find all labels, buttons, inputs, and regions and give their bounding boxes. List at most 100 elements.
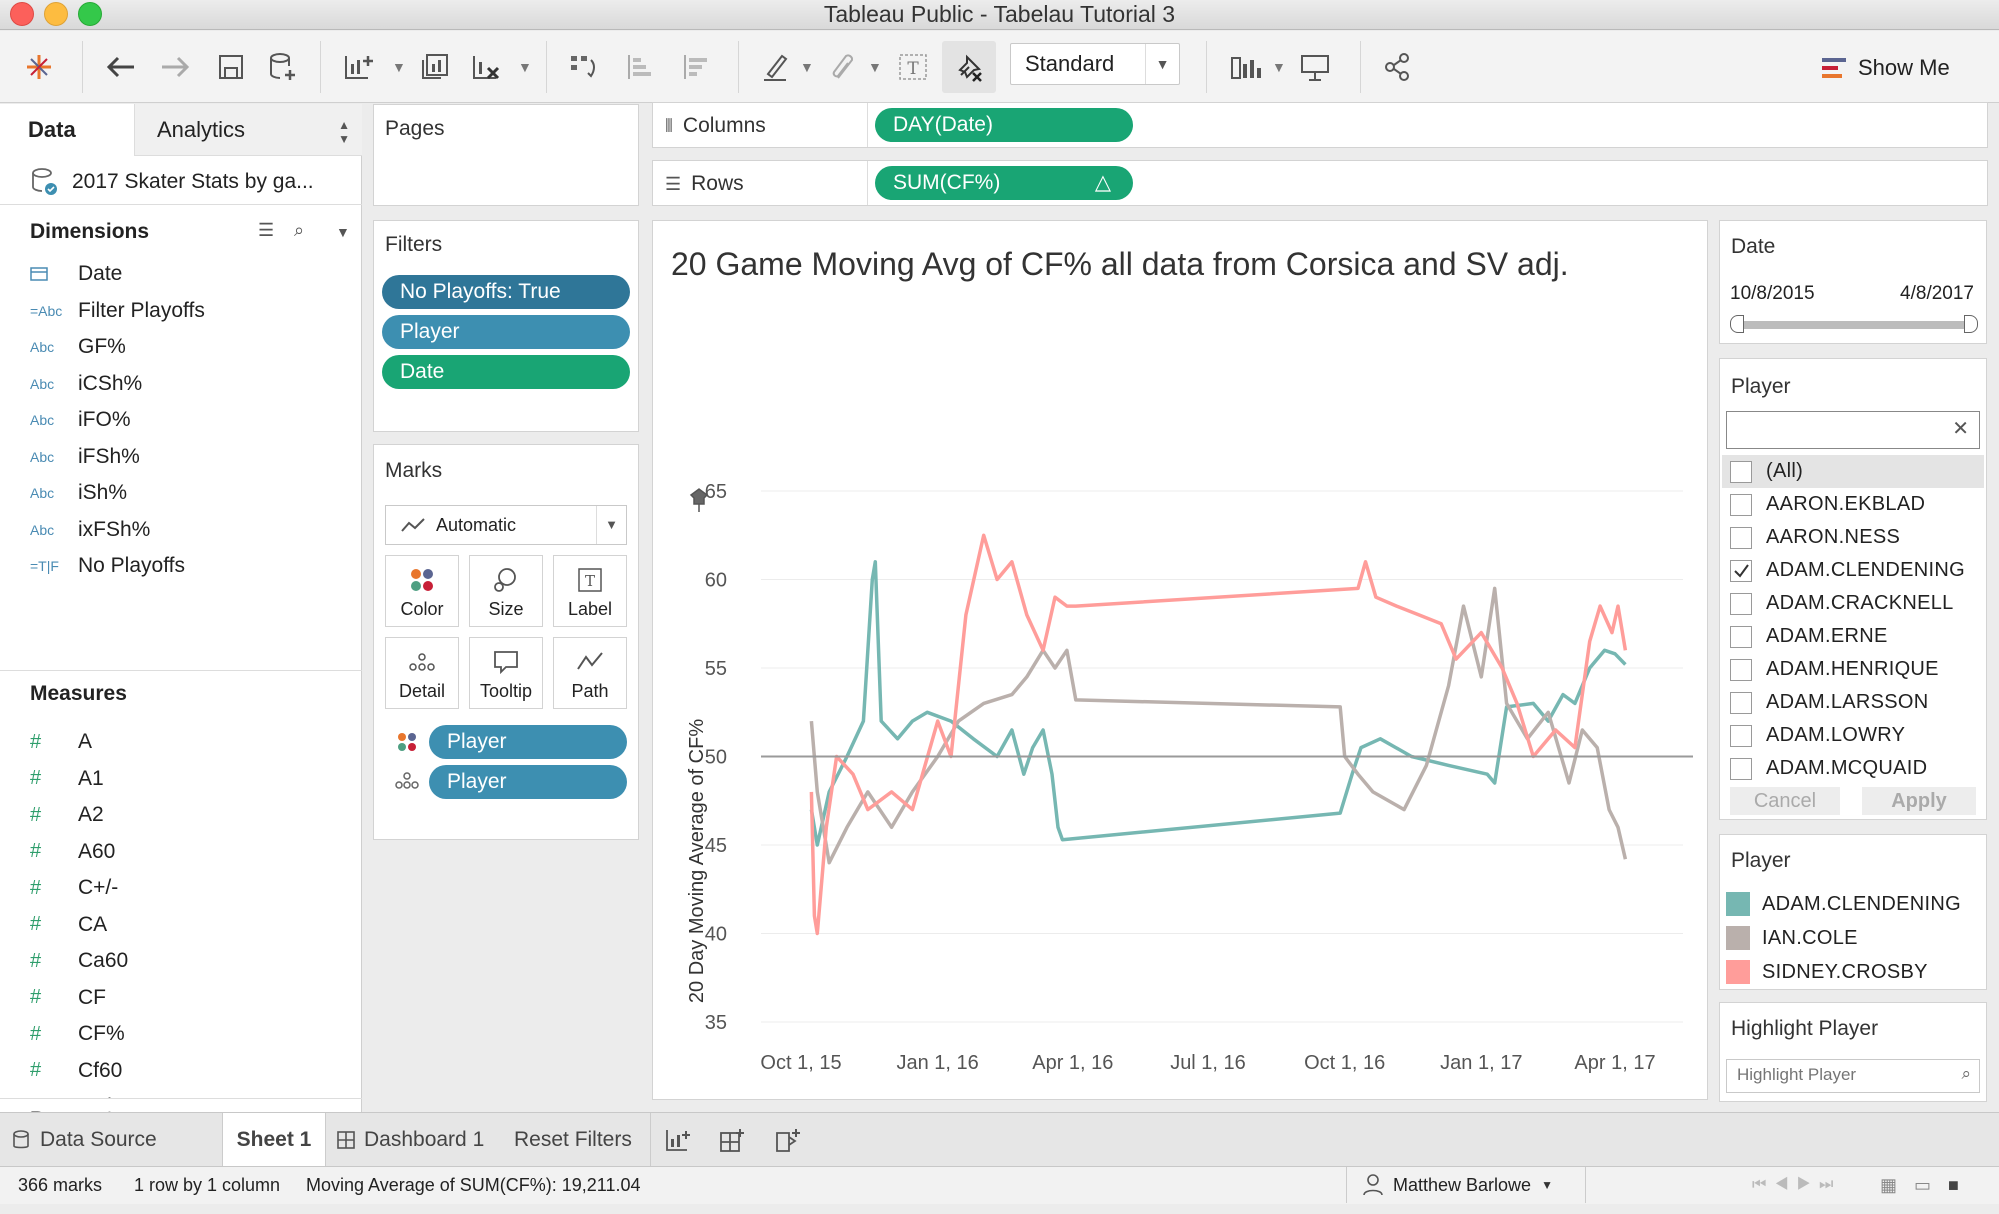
player-filter-item[interactable]: ADAM.MCQUAID	[1730, 752, 1927, 785]
measure-item[interactable]: # A2	[30, 797, 104, 833]
checkbox[interactable]	[1730, 592, 1752, 615]
checkbox[interactable]	[1730, 691, 1752, 714]
rows-shelf[interactable]: ☰ Rows SUM(CF%) △	[652, 160, 1988, 206]
new-story-tab-icon[interactable]	[774, 1127, 802, 1160]
player-filter-item[interactable]: (All)	[1722, 455, 1984, 488]
presentation-mode-icon[interactable]	[1290, 45, 1340, 89]
columns-shelf[interactable]: ⦀ Columns DAY(Date)	[652, 102, 1988, 148]
filmstrip-view-icon[interactable]: ▭	[1914, 1167, 1931, 1203]
checkbox[interactable]	[1730, 493, 1752, 516]
chevron-down-icon[interactable]: ▼	[1145, 44, 1179, 84]
chevron-down-icon[interactable]: ▼	[1272, 59, 1286, 75]
sort-descending-icon[interactable]	[670, 45, 720, 89]
duplicate-sheet-icon[interactable]	[410, 45, 460, 89]
measure-item[interactable]: # Ca60	[30, 943, 128, 979]
legend-item[interactable]: SIDNEY.CROSBY	[1726, 955, 1928, 989]
marks-size-button[interactable]: Size	[469, 555, 543, 627]
marks-detail-button[interactable]: Detail	[385, 637, 459, 709]
filters-card[interactable]: Filters No Playoffs: True Player Date	[373, 220, 639, 432]
rows-pill-sum-cf[interactable]: SUM(CF%) △	[875, 166, 1133, 200]
slider-end-handle[interactable]	[1964, 315, 1978, 333]
chart-view[interactable]: 65 60 55 50 45 40 35 Oct 1, 15 Jan 1, 16 Apr 1, 1…	[652, 220, 1708, 1100]
tab-reset-filters[interactable]: Reset Filters	[514, 1113, 632, 1167]
fix-axes-pin-icon[interactable]	[942, 41, 996, 93]
player-filter-item[interactable]: ADAM.LOWRY	[1730, 719, 1905, 752]
date-range-slider[interactable]	[1736, 321, 1974, 329]
show-cards-icon[interactable]	[1222, 45, 1272, 89]
new-worksheet-tab-icon[interactable]	[664, 1127, 692, 1160]
chevron-down-icon[interactable]: ▼	[392, 59, 406, 75]
marks-path-button[interactable]: Path	[553, 637, 627, 709]
player-filter-item[interactable]: ADAM.LARSSON	[1730, 686, 1929, 719]
tab-sheet-1[interactable]: Sheet 1	[222, 1113, 326, 1167]
checkbox[interactable]	[1730, 625, 1752, 648]
apply-button[interactable]: Apply	[1862, 787, 1976, 815]
player-filter-item[interactable]: ADAM.ERNE	[1730, 620, 1888, 653]
player-filter-item[interactable]: ADAM.HENRIQUE	[1730, 653, 1939, 686]
tab-data[interactable]: Data	[0, 104, 134, 156]
save-icon[interactable]	[206, 45, 256, 89]
fit-view-select[interactable]: Standard ▼	[1010, 43, 1180, 85]
filter-pill-date[interactable]: Date	[382, 355, 630, 389]
checkbox[interactable]	[1730, 460, 1752, 483]
group-members-icon[interactable]	[818, 45, 868, 89]
line-chart[interactable]: 65 60 55 50 45 40 35 Oct 1, 15 Jan 1, 16 Apr 1, 1…	[653, 221, 1709, 1101]
checkbox[interactable]	[1730, 526, 1752, 549]
user-menu[interactable]: Matthew Barlowe ▼	[1346, 1167, 1586, 1203]
marks-label-button[interactable]: T Label	[553, 555, 627, 627]
measure-item[interactable]: # CF	[30, 980, 106, 1016]
chevron-down-icon[interactable]: ▼	[868, 59, 882, 75]
show-me-button[interactable]: Show Me	[1820, 51, 1950, 85]
dimension-item[interactable]: =T|F No Playoffs	[30, 548, 185, 584]
show-mark-labels-icon[interactable]: T	[888, 45, 938, 89]
player-search-input[interactable]: ✕	[1726, 411, 1980, 449]
tab-dashboard-1[interactable]: Dashboard 1	[336, 1113, 484, 1167]
search-icon[interactable]: ⌕	[294, 220, 304, 241]
new-dashboard-tab-icon[interactable]	[718, 1127, 746, 1160]
measure-item[interactable]: # CF%	[30, 1016, 125, 1052]
dimension-item[interactable]: =Abc Filter Playoffs	[30, 293, 205, 329]
filter-pill-no-playoffs[interactable]: No Playoffs: True	[382, 275, 630, 309]
player-filter-item[interactable]: ADAM.CLENDENING	[1730, 554, 1965, 587]
measure-item[interactable]: #CSh%	[30, 1089, 138, 1098]
clear-search-icon[interactable]: ✕	[1952, 416, 1969, 441]
new-worksheet-icon[interactable]	[334, 45, 384, 89]
share-icon[interactable]	[1372, 45, 1422, 89]
tableau-logo-icon[interactable]	[14, 45, 64, 89]
highlight-player-field[interactable]	[1727, 1060, 1937, 1090]
mark-type-select[interactable]: Automatic ▼	[385, 505, 627, 545]
back-icon[interactable]	[96, 45, 146, 89]
checkbox[interactable]	[1730, 757, 1752, 780]
player-filter-item[interactable]: ADAM.CRACKNELL	[1730, 587, 1954, 620]
highlight-pen-icon[interactable]	[750, 45, 800, 89]
chevron-down-icon[interactable]: ▼	[336, 224, 350, 240]
dimension-item[interactable]: Abc GF%	[30, 329, 126, 365]
dimension-item[interactable]: Abc iFSh%	[30, 439, 140, 475]
marks-color-button[interactable]: Color	[385, 555, 459, 627]
checkbox[interactable]	[1730, 658, 1752, 681]
cancel-button[interactable]: Cancel	[1730, 787, 1840, 815]
sheet-navigation-icon[interactable]: ⏮◀▶⏭	[1752, 1167, 1841, 1203]
tab-data-source[interactable]: Data Source	[12, 1113, 157, 1167]
dimension-item[interactable]: Abc iCSh%	[30, 366, 142, 402]
new-datasource-icon[interactable]	[258, 45, 308, 89]
dimension-item[interactable]: Abc iFO%	[30, 402, 131, 438]
filter-pill-player[interactable]: Player	[382, 315, 630, 349]
legend-item[interactable]: ADAM.CLENDENING	[1726, 887, 1961, 921]
chevron-down-icon[interactable]: ▼	[518, 59, 532, 75]
measure-item[interactable]: # C+/-	[30, 870, 118, 906]
measure-item[interactable]: # CA	[30, 907, 107, 943]
tab-analytics[interactable]: Analytics ▲ ▼	[134, 104, 362, 156]
marks-tooltip-button[interactable]: Tooltip	[469, 637, 543, 709]
columns-pill-day-date[interactable]: DAY(Date)	[875, 108, 1133, 142]
dimension-item[interactable]: Abc iSh%	[30, 475, 127, 511]
swap-rows-columns-icon[interactable]	[558, 45, 608, 89]
tabs-view-icon[interactable]: ■	[1948, 1167, 1959, 1203]
marks-pill-player-color[interactable]: Player	[429, 725, 627, 759]
grid-view-icon[interactable]: ▦	[1880, 1167, 1897, 1203]
player-filter-item[interactable]: AARON.NESS	[1730, 521, 1900, 554]
measure-item[interactable]: # A1	[30, 761, 104, 797]
sort-ascending-icon[interactable]	[614, 45, 664, 89]
forward-icon[interactable]	[150, 45, 200, 89]
clear-sheet-icon[interactable]	[462, 45, 512, 89]
